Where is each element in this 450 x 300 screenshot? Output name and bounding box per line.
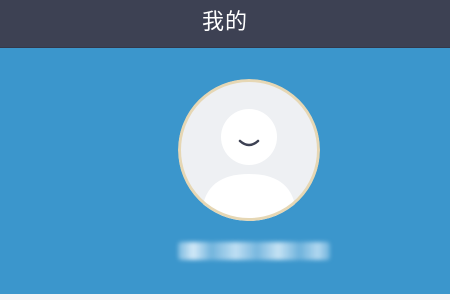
avatar[interactable] xyxy=(178,79,320,221)
profile-header-panel xyxy=(0,48,450,294)
top-nav-bar: 我的 xyxy=(0,0,450,48)
default-user-avatar-icon xyxy=(178,79,320,221)
username-blurred xyxy=(178,242,330,260)
page-title: 我的 xyxy=(201,10,248,35)
content-area-edge xyxy=(0,294,450,300)
my-profile-screen: 我的 xyxy=(0,0,450,300)
